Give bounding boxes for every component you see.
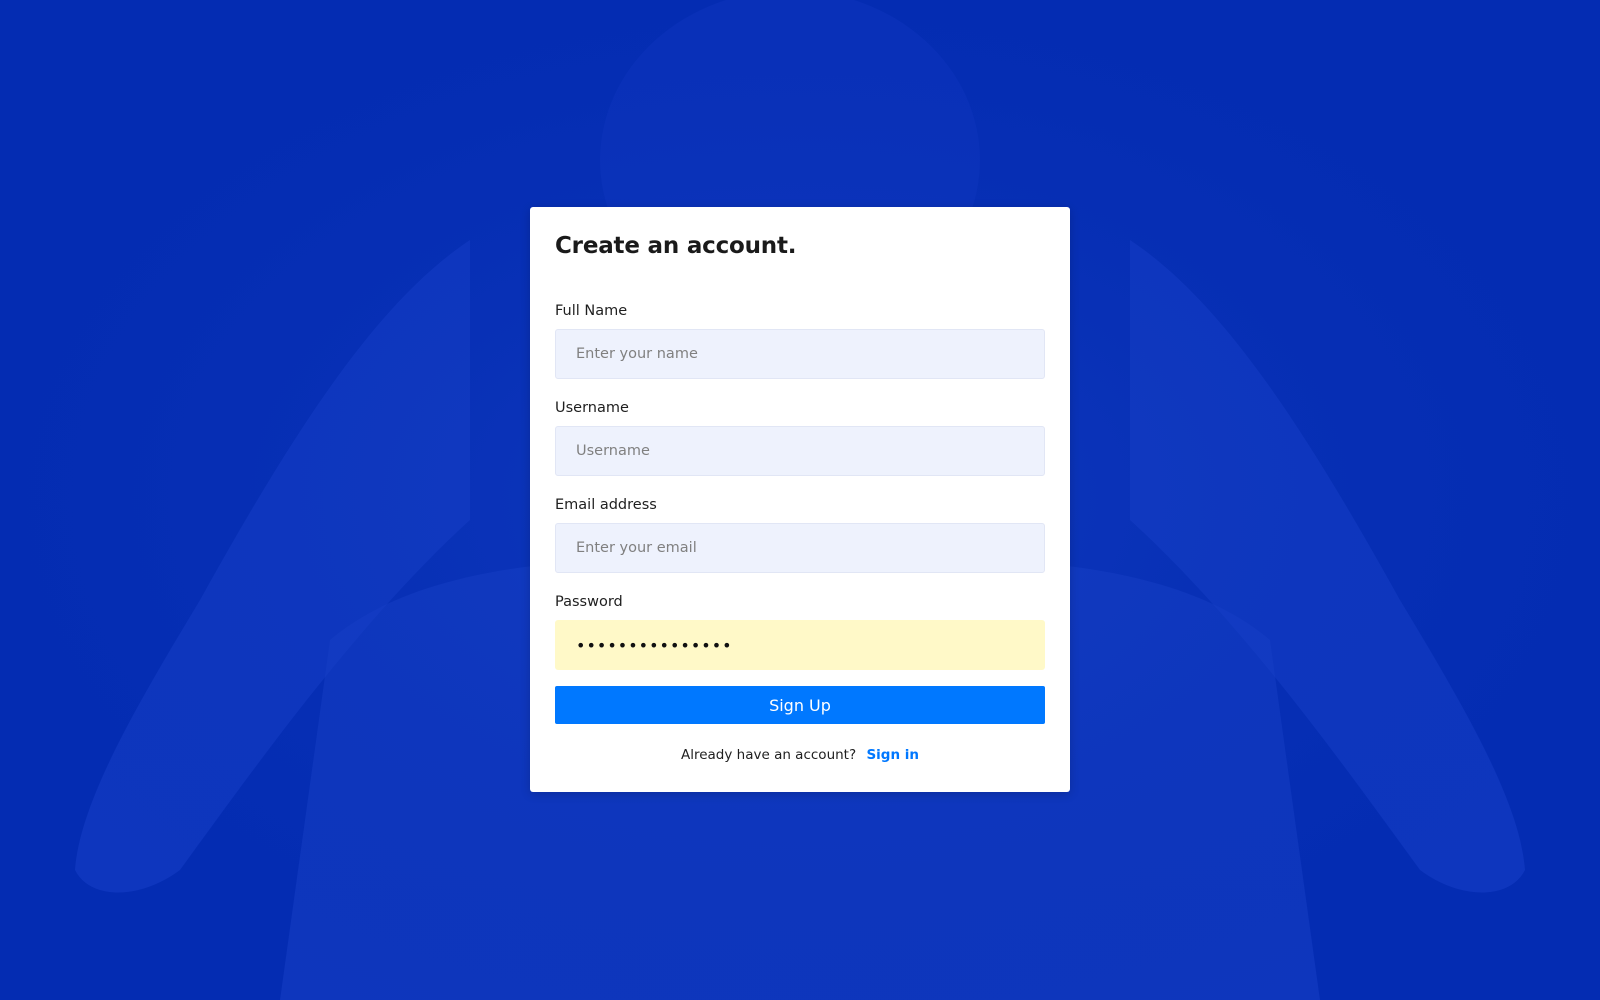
signup-card: Create an account. Full Name Username Em…	[530, 207, 1070, 792]
sign-up-button[interactable]: Sign Up	[555, 686, 1045, 724]
password-label: Password	[555, 594, 623, 610]
form-title: Create an account.	[555, 233, 797, 259]
password-input[interactable]	[555, 620, 1045, 670]
username-input[interactable]	[555, 426, 1045, 476]
email-label: Email address	[555, 497, 657, 513]
full-name-label: Full Name	[555, 303, 628, 319]
username-label: Username	[555, 400, 629, 416]
footer-text: Already have an account?	[680, 747, 857, 763]
sign-in-link[interactable]: Sign in	[866, 747, 919, 763]
signin-prompt: Already have an account? Sign in	[530, 747, 1070, 763]
email-input[interactable]	[555, 523, 1045, 573]
full-name-input[interactable]	[555, 329, 1045, 379]
